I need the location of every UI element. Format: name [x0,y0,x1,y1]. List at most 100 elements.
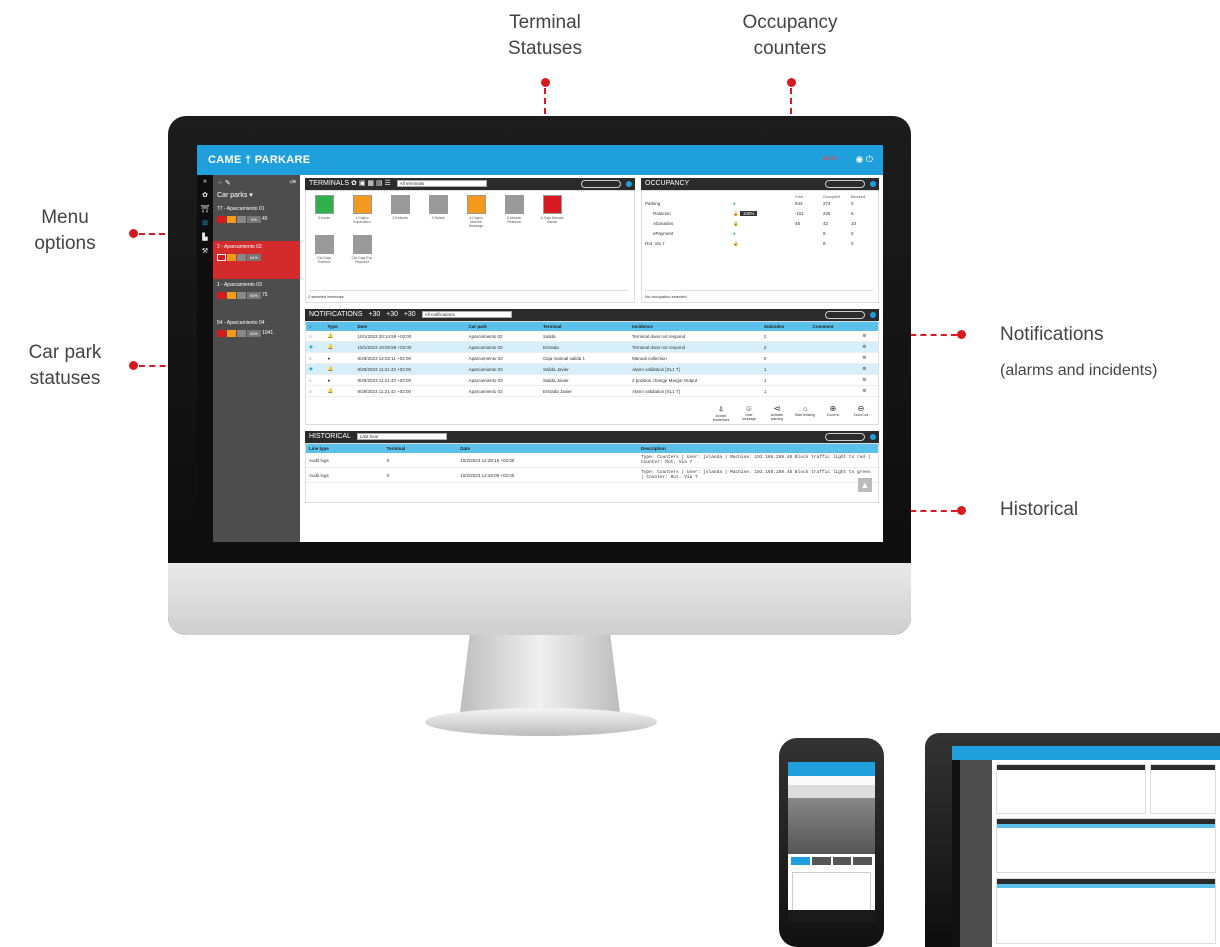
wrench-icon[interactable]: ✎ [225,180,231,187]
cell-inc: Alarm validation [SL1 T] [629,385,761,397]
user-name[interactable]: admin [822,156,838,162]
terminals-filter[interactable]: All terminals [396,179,487,187]
select-all-checkbox[interactable]: ○ [306,322,325,331]
chart-icon[interactable]: ▙ [197,231,213,245]
start-blinking-button[interactable]: ☼ Start blinking [794,404,816,422]
car-parks-dropdown[interactable]: Car parks ▾ [213,191,300,203]
terminal-tile[interactable]: 1-Cajero Automatico [350,195,374,224]
car-park-item[interactable]: 77 - Aparcamiento 01 9% 45 [213,203,300,241]
cell-date: 9/29/2023 11:21:43 +02:00 [354,363,466,375]
scroll-top-button[interactable]: ▲ [858,478,872,492]
user-message-button[interactable]: ☺ User message [738,404,760,422]
info-icon[interactable] [870,312,876,318]
count-badge[interactable]: +30 [386,311,398,318]
terminal-tile[interactable]: Ctrl-Caja Ent. Payment [350,235,374,264]
table-row[interactable]: ◉ 🔔 9/29/2023 11:21:43 +02:00 Aparcamiento … [306,363,878,375]
accept-incidences-button[interactable]: ⍋ Accept incidences [710,404,732,422]
terminal-tile[interactable]: 3-Inode [312,195,336,220]
phone-btn[interactable] [791,857,810,865]
col-description[interactable]: Description [638,444,878,453]
historical-search[interactable] [825,433,865,441]
info-icon[interactable] [870,434,876,440]
row-radio[interactable]: ○ [306,331,325,342]
row-actions-icon[interactable]: ⚙ [859,363,878,375]
car-park-item[interactable]: 54 - Aparcamiento 04 50% 1041 [213,317,300,355]
phone-btn[interactable] [832,857,852,865]
info-icon[interactable] [870,181,876,187]
col-terminal[interactable]: Terminal [539,322,630,331]
table-row[interactable]: ○ ● 9/29/2023 11:21:43 +02:00 Aparcamiento … [306,374,878,386]
gear-icon[interactable]: ✿ [197,189,213,203]
grid-icon[interactable]: ⊞ [197,217,213,231]
row-radio[interactable]: ○ [306,374,325,386]
row-actions-icon[interactable]: ⚙ [859,374,878,386]
terminal-tile[interactable]: 3-Salida [426,195,450,220]
occ-free [795,229,823,239]
terminal-tile[interactable]: 5-Modulo Peatonal [502,195,526,224]
search-input[interactable] [581,180,621,188]
col-line-type[interactable]: Line type [306,444,384,453]
car-park-name: 1 - Aparcamiento 03 [217,282,262,288]
occupancy-row[interactable]: Parking ● 543 274 0 [645,199,875,209]
col-date[interactable]: Date [457,444,638,453]
bell-outline-icon: ⍋ [718,404,724,413]
activate-warning-button[interactable]: ⊲ Activate warning [766,404,788,422]
col-incidence[interactable]: Incidence [629,322,761,331]
car-park-item[interactable]: 1 - Aparcamiento 03 50% 75 [213,279,300,317]
col-date[interactable]: Date [354,322,466,331]
terminal-tile[interactable]: Ctrl-Caja Externa [312,235,336,264]
row-actions-icon[interactable]: ⚙ [859,331,878,342]
col-type[interactable]: Type [324,322,355,331]
car-parks-header: ⁘ ✎ ‹≡ [213,175,300,191]
tablet-occupancy [1150,764,1216,814]
zoom-out-button[interactable]: ⊖ Zoom out [850,404,872,422]
table-row[interactable]: ○ ● 9/29/2023 12:02:11 +02:00 Aparcamiento … [306,352,878,364]
table-row[interactable]: ○ 🔔 10/1/2023 20:14:59 +02:00 Aparcamiento … [306,331,878,342]
notifications-search[interactable] [825,311,865,319]
zoom-in-button[interactable]: ⊕ Zoom in [822,404,844,422]
row-radio[interactable]: ◉ [306,363,325,375]
occ-blk: 10 [851,221,857,226]
count-badge[interactable]: +30 [404,311,416,318]
occupancy-search[interactable] [825,180,865,188]
gate-icon[interactable]: ⛩ [197,203,213,217]
row-actions-icon[interactable]: ⚙ [859,352,878,364]
terminal-tile[interactable]: 6-Caja Manual Salida [540,195,564,224]
row-actions-icon[interactable]: ⚙ [859,385,878,397]
terminal-tile[interactable]: 4-Cajero Manual Message [464,195,488,228]
occupancy-row[interactable]: Rot. Via 7 🔒 8 0 [645,239,875,249]
occupancy-row[interactable]: ePayment ● 8 0 [645,229,875,239]
expand-menu-icon[interactable]: » [197,175,213,189]
col-subindex[interactable]: Subindex [760,322,810,331]
power-icon[interactable]: ⏻ [866,154,873,164]
car-park-item-selected[interactable]: 2 - Aparcamiento 02 64% [213,241,300,279]
col-comment[interactable]: Comment [809,322,860,331]
row-actions-icon[interactable]: ⚙ [859,341,878,353]
tools-icon[interactable]: ⚒ [197,245,213,259]
tablet-historical [996,878,1216,944]
bell-icon: 🔔 [324,363,355,375]
table-row[interactable]: ◉ 🔔 10/1/2023 19:00:59 +02:00 Aparcamiento … [306,341,878,353]
info-icon[interactable] [626,181,632,187]
count-badge[interactable]: +30 [368,311,380,318]
table-row[interactable]: Audit logs 0 10/2/2023 12:28:15 +02:00 Type… [306,453,878,468]
row-radio[interactable]: ○ [306,385,325,397]
historical-filter[interactable]: Last hour [356,432,447,440]
phone-btn[interactable] [853,857,872,865]
col-terminal[interactable]: Terminal [383,444,458,453]
globe-icon[interactable]: ◉ [856,154,864,164]
occupancy-row[interactable]: Rotacion 🔓 100% -151 226 5 [645,209,875,219]
phone-btn[interactable] [811,857,831,865]
car-park-status-bars: 50% 75 [217,292,296,299]
table-row[interactable]: ○ 🔔 9/29/2023 11:21:42 +02:00 Aparcamiento … [306,385,878,397]
col-car-park[interactable]: Car park [465,322,540,331]
row-radio[interactable]: ○ [306,352,325,364]
table-row[interactable]: Audit logs 0 10/2/2023 12:28:09 +02:00 Type… [306,467,878,483]
grid-small-icon[interactable]: ⁘ [217,180,223,187]
collapse-icon[interactable]: ‹≡ [290,179,296,186]
occupancy-row[interactable]: Abonados 🔒 48 42 10 [645,219,875,229]
terminal-tile[interactable]: 2-Entrada [388,195,412,220]
view-icons[interactable]: ✿ ▣ ▦ ▤ ☰ [351,180,391,187]
row-radio[interactable]: ◉ [306,341,325,353]
notifications-filter[interactable]: All notifications [421,310,512,318]
